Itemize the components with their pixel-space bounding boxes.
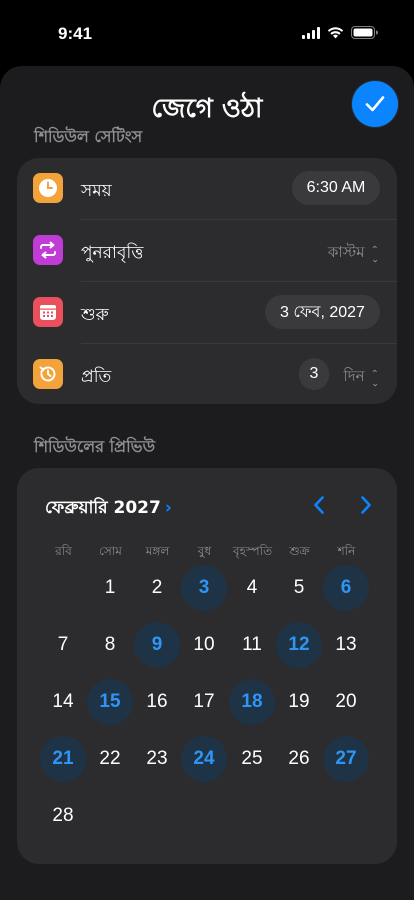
calendar-day: 11 [242, 634, 262, 655]
battery-icon [351, 26, 378, 39]
calendar-day: 15 [87, 679, 133, 725]
calendar-day: 4 [246, 577, 258, 598]
repeat-icon [33, 235, 63, 265]
calendar-day: 3 [181, 565, 227, 611]
weekday-label: রবি [55, 544, 72, 558]
status-icons [302, 26, 378, 39]
calendar-day: 18 [229, 679, 275, 725]
interval-count-field[interactable]: 3 [299, 358, 329, 390]
time-value-pill[interactable]: 6:30 AM [292, 171, 380, 205]
start-label: শুরু [81, 305, 109, 325]
calendar-day: 20 [335, 691, 357, 712]
calendar-day: 5 [293, 577, 305, 598]
calendar-card: ফেব্রুয়ারি 2027 › রবি সোম মঙ্গল বুধ বৃহস্পতি… [17, 468, 397, 864]
calendar-day: 21 [40, 736, 86, 782]
calendar-day: 2 [151, 577, 163, 598]
checkmark-icon [365, 96, 385, 112]
calendar-day: 25 [241, 748, 263, 769]
calendar-icon [33, 297, 63, 327]
interval-unit-value: দিন [343, 367, 365, 385]
next-month-button[interactable] [355, 494, 377, 516]
status-time: 9:41 [58, 24, 93, 43]
calendar-day: 16 [146, 691, 168, 712]
calendar-day: 22 [99, 748, 121, 769]
weekday-label: মঙ্গল [145, 544, 170, 558]
cellular-signal-icon [302, 26, 320, 39]
repeat-value: কাস্টম [327, 243, 365, 261]
weekday-label: সোম [99, 544, 122, 558]
chevron-left-icon [314, 496, 324, 514]
calendar-day: 14 [52, 691, 74, 712]
month-title: ফেব্রুয়ারি 2027 [45, 498, 161, 518]
month-picker[interactable]: ফেব্রুয়ারি 2027 › [45, 495, 172, 523]
interval-row: প্রতি 3 দিন ⌃ ⌃ [17, 344, 397, 406]
weekday-label: বৃহস্পতি [232, 544, 273, 558]
calendar-day: 6 [323, 565, 369, 611]
calendar-day: 24 [181, 736, 227, 782]
calendar-day: 23 [146, 748, 168, 769]
history-icon [33, 359, 63, 389]
chevron-right-icon [361, 496, 371, 514]
calendar-day: 13 [335, 634, 357, 655]
interval-label: প্রতি [81, 367, 112, 387]
calendar-day: 12 [276, 622, 322, 668]
chevron-up-down-icon: ⌃ ⌃ [370, 368, 379, 387]
start-date-pill[interactable]: 3 ফেব, 2027 [265, 295, 380, 329]
weekday-label: শুক্র [289, 544, 310, 558]
calendar-day: 28 [52, 805, 74, 826]
calendar-day: 19 [288, 691, 310, 712]
weekday-label: বুধ [197, 544, 212, 558]
calendar-day: 8 [104, 634, 116, 655]
time-row[interactable]: সময় 6:30 AM [17, 158, 397, 220]
calendar-day: 26 [288, 748, 310, 769]
status-bar: 9:41 [0, 0, 414, 60]
repeat-row[interactable]: পুনরাবৃত্তি কাস্টম ⌃ ⌃ [17, 220, 397, 282]
repeat-menu[interactable]: কাস্টম ⌃ ⌃ [328, 241, 379, 266]
interval-unit-menu[interactable]: দিন ⌃ ⌃ [343, 365, 379, 390]
calendar-day: 17 [193, 691, 215, 712]
schedule-settings-label: শিডিউল সেটিংস [34, 127, 143, 146]
previous-month-button[interactable] [308, 494, 330, 516]
wifi-icon [327, 26, 344, 39]
settings-card: সময় 6:30 AM পুনরাবৃত্তি কাস্টম ⌃ ⌃ শুরু… [17, 158, 397, 404]
calendar-day: 27 [323, 736, 369, 782]
chevron-right-icon: › [164, 498, 172, 518]
chevron-up-down-icon: ⌃ ⌃ [370, 244, 379, 263]
repeat-label: পুনরাবৃত্তি [81, 243, 144, 263]
calendar-day: 1 [104, 577, 116, 598]
schedule-preview-label: শিডিউলের প্রিভিউ [34, 437, 156, 456]
start-row[interactable]: শুরু 3 ফেব, 2027 [17, 282, 397, 344]
calendar-day: 10 [193, 634, 215, 655]
clock-icon [33, 173, 63, 203]
weekday-label: শনি [337, 544, 356, 558]
done-button[interactable] [352, 81, 398, 127]
calendar-day: 9 [134, 622, 180, 668]
time-label: সময় [81, 181, 112, 201]
wake-up-sheet: জেগে ওঠা শিডিউল সেটিংস সময় 6:30 AM পুনর… [0, 66, 414, 900]
calendar-day: 7 [57, 634, 69, 655]
